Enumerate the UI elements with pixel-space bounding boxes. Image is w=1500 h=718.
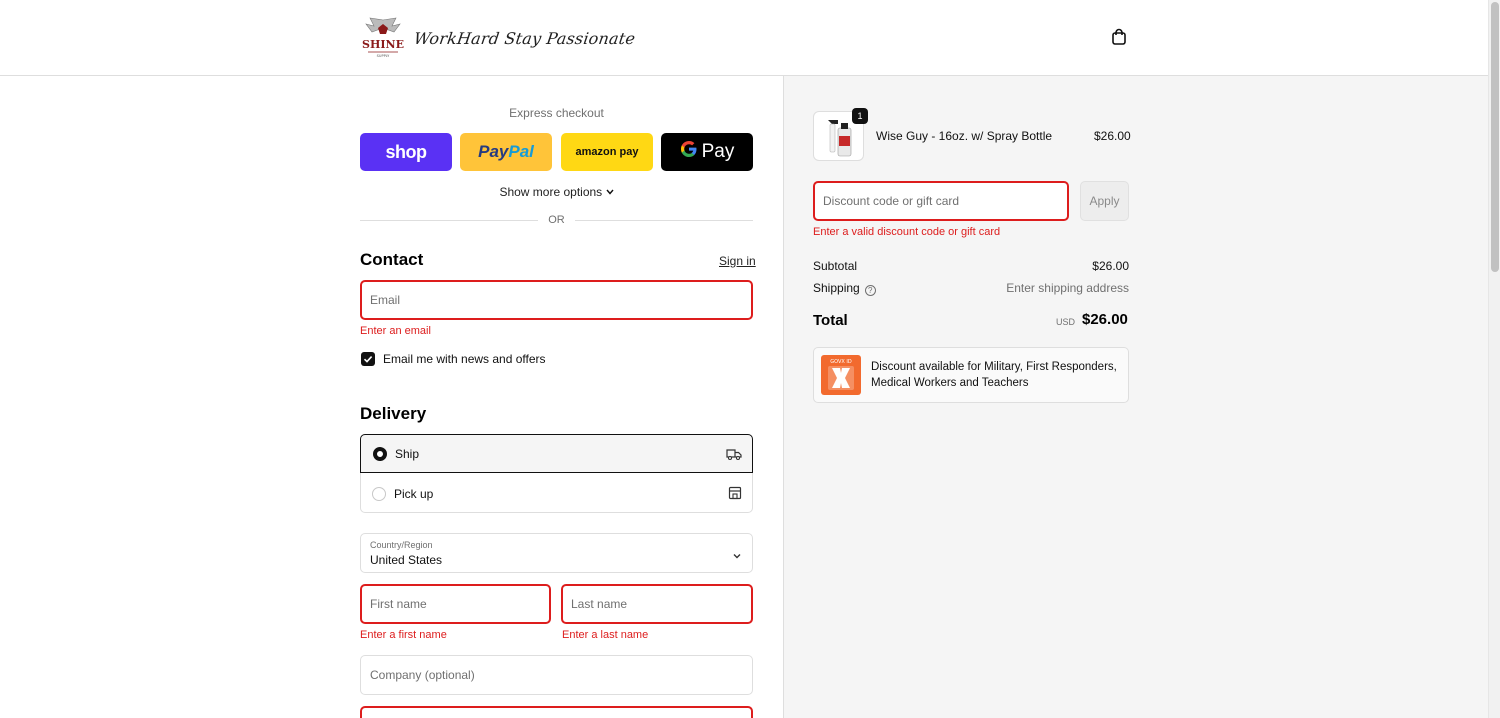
shipping-label: Shipping	[813, 281, 860, 295]
paypal-label-b: Pal	[508, 142, 534, 161]
pickup-label: Pick up	[394, 486, 434, 501]
paypal-button[interactable]: Pay Pal	[460, 133, 552, 171]
scrollbar-thumb[interactable]	[1491, 2, 1499, 272]
amazon-pay-label: amazon pay	[575, 146, 639, 158]
email-error: Enter an email	[360, 325, 431, 337]
check-icon	[363, 356, 373, 363]
first-name-field[interactable]: First name	[360, 584, 551, 624]
google-g-icon	[680, 140, 698, 164]
total-currency: USD	[1056, 317, 1076, 327]
ship-radio[interactable]	[373, 446, 387, 461]
truck-icon	[726, 447, 742, 461]
header: SHINE SUPPLY WorkHard Stay Passionate	[0, 0, 1488, 76]
show-more-label: Show more options	[499, 185, 603, 199]
product-name: Wise Guy - 16oz. w/ Spray Bottle	[876, 129, 1053, 143]
shipping-value: Enter shipping address	[1006, 281, 1129, 295]
shopping-bag-icon[interactable]	[1110, 28, 1128, 46]
product-price: $26.00	[1094, 129, 1131, 143]
discount-placeholder: Discount code or gift card	[823, 194, 960, 208]
discount-error: Enter a valid discount code or gift card	[813, 226, 1001, 238]
total-amount: $26.00	[1082, 311, 1128, 328]
sign-in-link[interactable]: Sign in	[719, 254, 756, 268]
store-logo[interactable]: SHINE SUPPLY WorkHard Stay Passionate	[360, 16, 637, 60]
discount-code-field[interactable]: Discount code or gift card	[813, 181, 1069, 221]
svg-text:SUPPLY: SUPPLY	[377, 54, 390, 58]
govx-promo-text: Discount available for Military, First R…	[871, 361, 1117, 389]
email-field[interactable]: Email	[360, 280, 753, 320]
ship-option[interactable]: Ship	[360, 434, 753, 473]
last-name-error: Enter a last name	[562, 629, 649, 641]
help-icon[interactable]: ?	[864, 285, 876, 296]
company-placeholder: Company (optional)	[370, 668, 475, 682]
brand-tagline: WorkHard Stay Passionate	[412, 28, 637, 48]
quantity-badge: 1	[852, 108, 868, 124]
email-placeholder: Email	[370, 293, 401, 307]
company-field[interactable]: Company (optional)	[360, 655, 753, 695]
last-name-field[interactable]: Last name	[561, 584, 753, 624]
shop-pay-button[interactable]: shop	[360, 133, 452, 171]
delivery-title: Delivery	[360, 404, 427, 423]
page-scrollbar[interactable]	[1488, 0, 1500, 718]
chevron-down-icon	[605, 184, 614, 198]
shine-logo-icon: SHINE SUPPLY	[360, 16, 406, 60]
paypal-label-a: Pay	[478, 142, 509, 161]
apply-discount-button[interactable]: Apply	[1080, 181, 1129, 221]
pickup-radio[interactable]	[372, 486, 386, 501]
first-name-error: Enter a first name	[360, 629, 447, 641]
country-value: United States	[370, 553, 443, 567]
store-icon	[727, 486, 743, 500]
subtotal-value: $26.00	[1092, 259, 1129, 273]
chevron-down-icon	[732, 548, 742, 559]
amazon-pay-button[interactable]: amazon pay	[561, 133, 653, 171]
govx-logo-text: GOVX ID	[830, 359, 852, 365]
address-field[interactable]	[360, 706, 753, 718]
subtotal-label: Subtotal	[813, 259, 858, 273]
shop-pay-label: shop	[385, 141, 428, 162]
or-divider: OR	[360, 214, 753, 228]
or-text: OR	[548, 214, 565, 226]
first-name-placeholder: First name	[370, 597, 427, 611]
svg-text:SHINE: SHINE	[362, 38, 404, 51]
google-pay-button[interactable]: Pay	[661, 133, 753, 171]
checkout-page: SHINE SUPPLY WorkHard Stay Passionate Ex…	[0, 0, 1500, 718]
show-more-options-button[interactable]: Show more options	[360, 184, 753, 199]
pickup-option[interactable]: Pick up	[360, 474, 753, 513]
total-label: Total	[813, 312, 848, 329]
newsletter-checkbox[interactable]	[361, 352, 375, 366]
ship-label: Ship	[395, 446, 420, 461]
newsletter-label: Email me with news and offers	[383, 352, 546, 366]
last-name-placeholder: Last name	[571, 597, 628, 611]
contact-title: Contact	[360, 250, 424, 269]
shipping-row-label: Shipping?	[813, 281, 876, 296]
country-select[interactable]: Country/Region United States	[360, 533, 753, 573]
country-label: Country/Region	[370, 540, 433, 550]
govx-logo-icon: GOVX ID	[821, 355, 861, 395]
google-pay-label: Pay	[701, 141, 735, 162]
express-checkout-title: Express checkout	[509, 106, 604, 120]
govx-discount-banner[interactable]: GOVX ID Discount available for Military,…	[813, 347, 1129, 403]
